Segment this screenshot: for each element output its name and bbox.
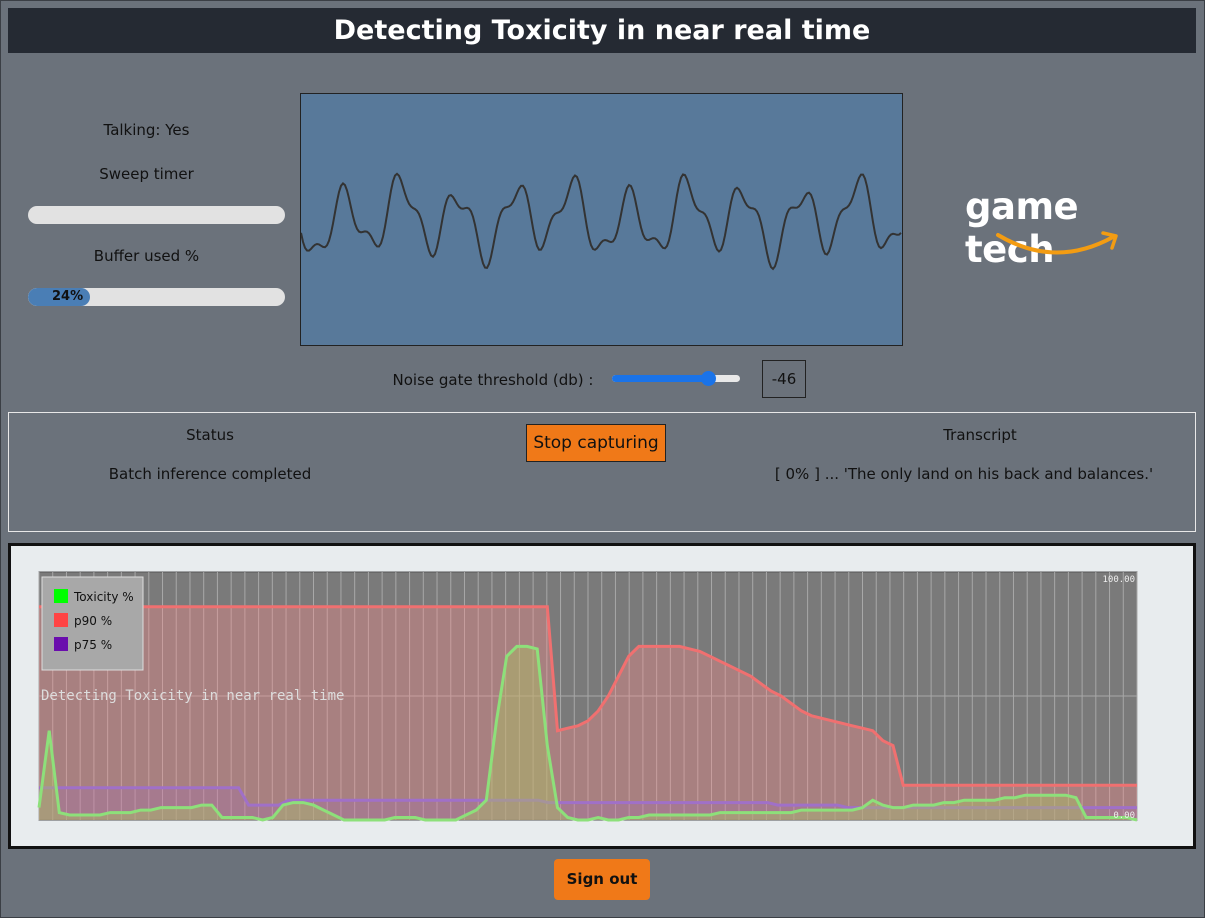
status-header: Status xyxy=(186,426,234,444)
transcript-value: [ 0% ] ... 'The only land on his back an… xyxy=(774,465,1154,483)
y-max-tick-label: 100.00 xyxy=(1102,575,1135,585)
slider-thumb[interactable] xyxy=(701,371,716,386)
noise-gate-label: Noise gate threshold (db) : xyxy=(392,371,594,389)
legend-swatch xyxy=(54,637,68,651)
legend-label: Toxicity % xyxy=(73,590,134,604)
smile-arrow-icon xyxy=(996,231,1118,255)
y-min-tick-label: 0.00 xyxy=(1113,811,1135,821)
noise-gate-slider[interactable] xyxy=(612,371,740,386)
stop-capturing-button[interactable]: Stop capturing xyxy=(526,424,666,462)
chart-svg: 100.00 0.00 Detecting Toxicity in near rea… xyxy=(37,571,1138,822)
sign-out-button[interactable]: Sign out xyxy=(554,859,650,900)
status-value: Batch inference completed xyxy=(108,465,312,483)
buffer-used-label: Buffer used % xyxy=(93,247,200,265)
talking-status: Talking: Yes xyxy=(103,121,190,139)
sweep-timer-bar xyxy=(28,206,285,224)
waveform-line xyxy=(300,172,902,271)
game-tech-logo: game tech xyxy=(965,185,1165,271)
slider-fill xyxy=(612,375,708,382)
sweep-timer-label: Sweep timer xyxy=(99,165,194,183)
waveform-svg xyxy=(300,172,902,271)
buffer-used-percent: 24% xyxy=(52,289,84,304)
toxicity-chart: 100.00 0.00 Detecting Toxicity in near rea… xyxy=(8,543,1196,849)
legend-swatch xyxy=(54,589,68,603)
noise-gate-value: -46 xyxy=(762,360,806,398)
legend-label: p90 % xyxy=(74,614,112,628)
chart-title: Detecting Toxicity in near real time xyxy=(41,688,344,704)
legend-label: p75 % xyxy=(74,638,112,652)
transcript-header: Transcript xyxy=(943,426,1017,444)
audio-waveform xyxy=(300,93,903,346)
legend-swatch xyxy=(54,613,68,627)
page-title: Detecting Toxicity in near real time xyxy=(8,8,1196,53)
buffer-used-bar: 24% xyxy=(28,288,285,306)
